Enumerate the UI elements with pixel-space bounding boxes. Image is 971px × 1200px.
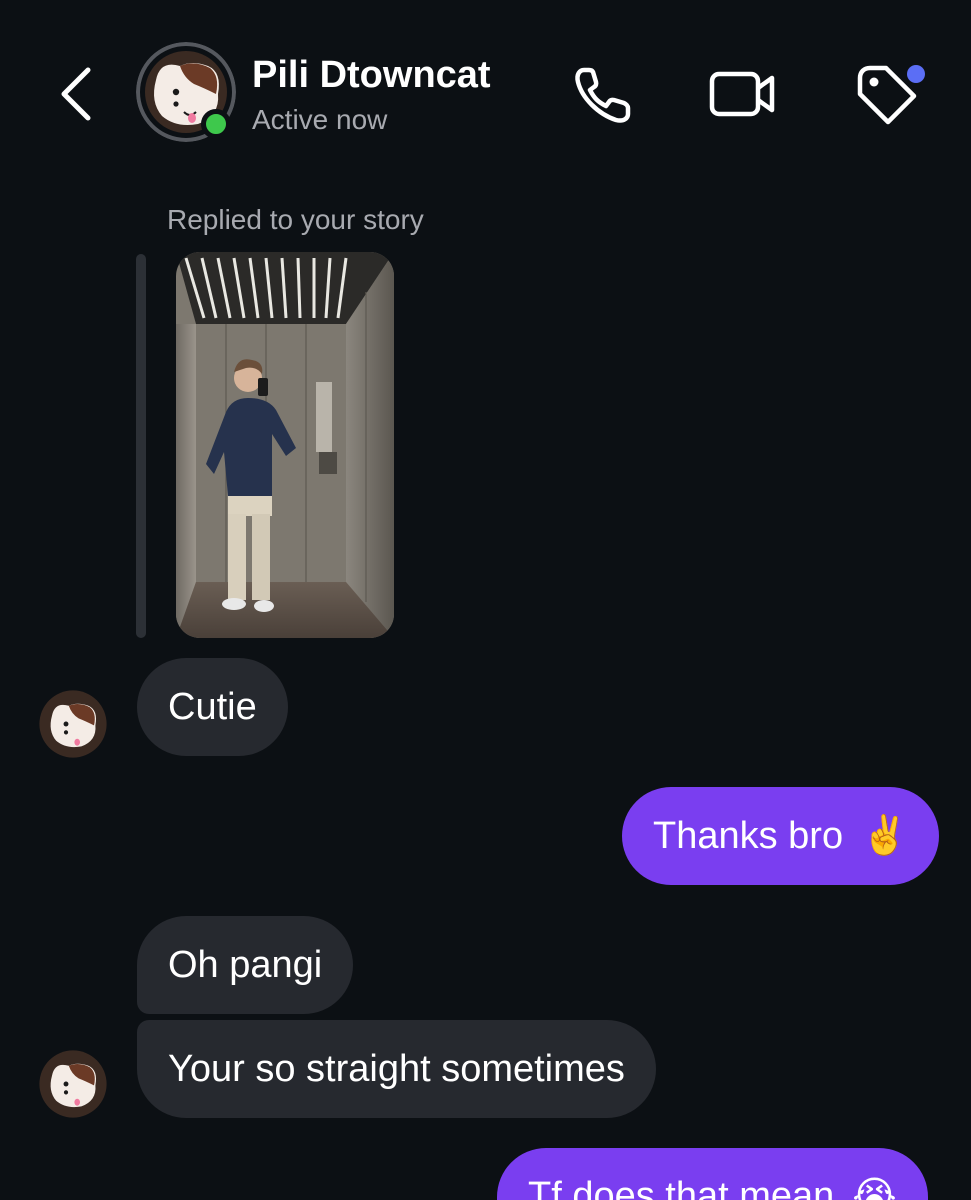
story-reply-label: Replied to your story <box>167 204 424 235</box>
sender-avatar[interactable] <box>38 1049 108 1119</box>
message-bubble-incoming[interactable]: Cutie <box>137 658 288 756</box>
victory-hand-emoji: ✌️ <box>861 815 909 857</box>
phone-icon[interactable] <box>570 62 640 128</box>
message-text: Your so straight sometimes <box>168 1048 625 1090</box>
message-bubble-incoming[interactable]: Oh pangi <box>137 916 354 1014</box>
message-text: Thanks bro <box>653 815 844 857</box>
reply-indicator-bar <box>136 254 146 638</box>
active-status: Active now <box>252 104 388 135</box>
video-camera-icon[interactable] <box>706 64 780 124</box>
contact-name[interactable]: Pili Dtowncat <box>252 52 491 98</box>
message-text: Cutie <box>168 686 257 728</box>
online-status-dot <box>201 109 231 139</box>
message-bubble-outgoing[interactable]: Tf does that mean 😭 <box>497 1148 928 1200</box>
crying-face-emoji: 😭 <box>852 1175 897 1200</box>
message-bubble-incoming[interactable]: Your so straight sometimes <box>137 1020 656 1118</box>
sender-avatar[interactable] <box>38 689 108 759</box>
story-thumbnail[interactable] <box>176 252 394 638</box>
message-text: Oh pangi <box>168 944 323 986</box>
tag-icon[interactable] <box>852 60 936 130</box>
message-bubble-outgoing[interactable]: Thanks bro ✌️ <box>622 787 940 885</box>
message-text: Tf does that mean <box>528 1175 835 1200</box>
notification-dot <box>907 65 925 83</box>
back-icon[interactable] <box>52 62 104 126</box>
